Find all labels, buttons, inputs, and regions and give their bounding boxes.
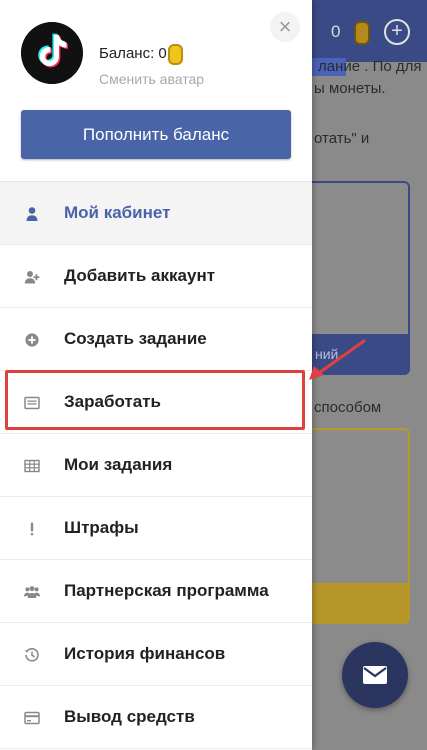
balance-label: Баланс: 0 [99, 45, 167, 62]
close-button[interactable]: × [270, 12, 300, 42]
bg-text-line-3: отать" и [314, 130, 370, 147]
bg-card-gold-footer [312, 583, 410, 624]
menu-item-partner-program[interactable]: Партнерская программа [0, 560, 312, 623]
menu-item-label: История финансов [64, 644, 226, 663]
menu-item-label: Добавить аккаунт [64, 266, 216, 285]
menu-item-penalties[interactable]: Штрафы [0, 497, 312, 560]
menu-item-label: Партнерская программа [64, 581, 269, 600]
change-avatar-link[interactable]: Сменить аватар [99, 71, 204, 87]
menu-item-my-cabinet[interactable]: Мой кабинет [0, 182, 312, 245]
menu-item-label: Мои задания [64, 455, 173, 474]
add-circle-icon[interactable]: + [384, 19, 410, 45]
menu-item-label: Вывод средств [64, 707, 195, 726]
bg-text-line-4: способом [314, 399, 382, 416]
header-balance: 0 [331, 22, 341, 41]
menu-item-label: Мой кабинет [64, 203, 171, 222]
plus-circle-icon [25, 333, 39, 347]
pointer-arrow-icon [309, 339, 366, 380]
chat-button[interactable] [342, 642, 408, 708]
tiktok-logo-icon [21, 22, 83, 84]
exclamation-icon [30, 522, 34, 536]
mail-icon [363, 666, 387, 684]
menu-item-label: Создать задание [64, 329, 207, 348]
coin-icon [168, 44, 183, 65]
history-icon [24, 648, 39, 662]
menu-item-label: Штрафы [64, 518, 139, 537]
menu-item-add-account[interactable]: Добавить аккаунт [0, 245, 312, 308]
avatar[interactable] [21, 22, 83, 84]
add-user-icon [24, 271, 40, 284]
users-icon [24, 586, 40, 598]
credit-card-icon [24, 711, 40, 725]
menu-item-withdraw[interactable]: Вывод средств [0, 686, 312, 749]
highlight-box [5, 370, 305, 430]
menu-item-create-task[interactable]: Создать задание [0, 308, 312, 371]
bg-text-line-2: ы монеты. [314, 80, 386, 97]
table-icon [24, 459, 40, 473]
menu-item-finance-history[interactable]: История финансов [0, 623, 312, 686]
menu-item-my-tasks[interactable]: Мои задания [0, 434, 312, 497]
coin-icon [354, 21, 370, 45]
drawer-menu: Мой кабинет Добавить аккаунт Создать зад… [0, 181, 312, 749]
topup-balance-button[interactable]: Пополнить баланс [21, 110, 291, 159]
user-icon [26, 207, 38, 221]
bg-text-line-1: лание . По для [318, 58, 422, 75]
